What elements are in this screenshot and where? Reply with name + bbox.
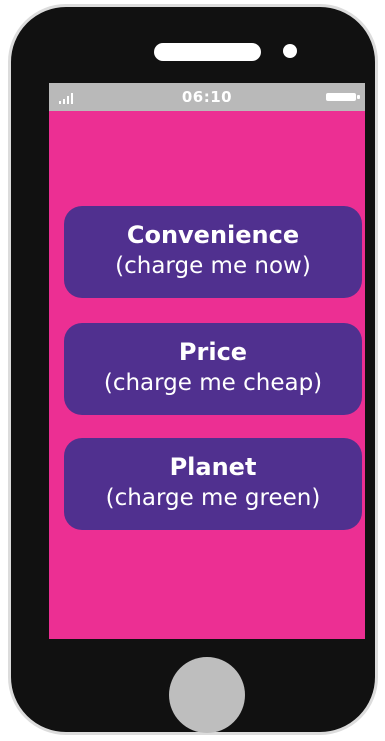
illustration-stage: 06:10 Convenience (charge me now) Price … <box>0 0 385 741</box>
phone-screen: 06:10 Convenience (charge me now) Price … <box>49 83 365 639</box>
speaker-grille <box>154 43 261 61</box>
convenience-option-button[interactable]: Convenience (charge me now) <box>64 206 362 298</box>
home-button[interactable] <box>169 657 245 733</box>
planet-option-button[interactable]: Planet (charge me green) <box>64 438 362 530</box>
status-time: 06:10 <box>181 88 233 106</box>
option-title: Planet <box>169 453 257 481</box>
battery-icon <box>326 93 360 101</box>
price-option-button[interactable]: Price (charge me cheap) <box>64 323 362 415</box>
status-bar: 06:10 <box>49 83 365 111</box>
option-subtitle: (charge me green) <box>105 485 321 511</box>
options-panel: Convenience (charge me now) Price (charg… <box>49 111 365 639</box>
camera-dot <box>283 44 297 58</box>
phone-body: 06:10 Convenience (charge me now) Price … <box>8 4 378 735</box>
option-title: Price <box>178 338 248 366</box>
option-subtitle: (charge me cheap) <box>103 370 323 396</box>
option-subtitle: (charge me now) <box>115 253 311 279</box>
option-title: Convenience <box>126 221 300 249</box>
